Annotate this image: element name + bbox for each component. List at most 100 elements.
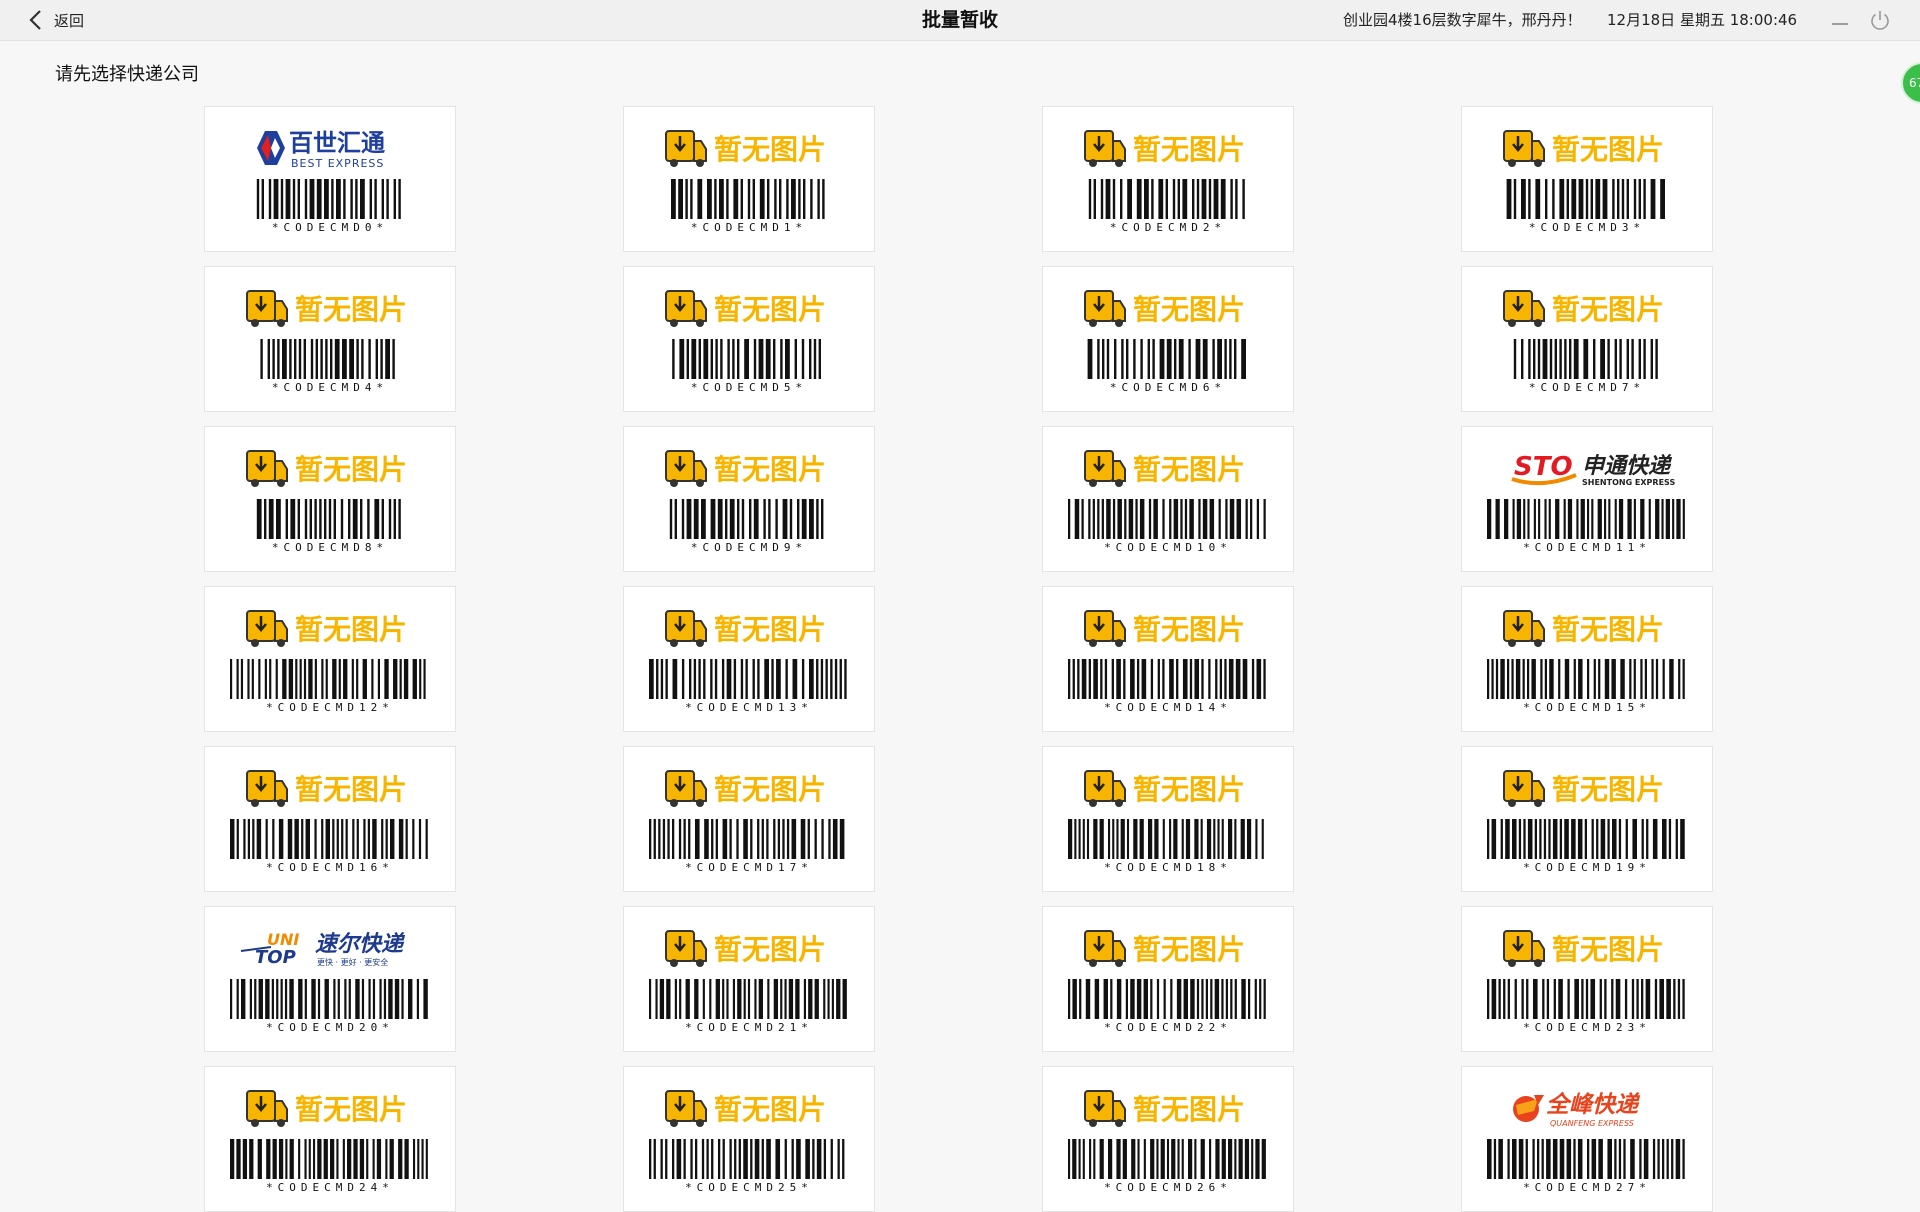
minimize-icon[interactable]: [1830, 10, 1850, 30]
courier-logo: 暂无图片: [624, 765, 874, 811]
delivery-truck-icon: [1084, 770, 1126, 807]
courier-card[interactable]: 暂无图片 *CODECMD17*: [623, 746, 875, 892]
delivery-truck-icon: [1084, 930, 1126, 967]
courier-card[interactable]: 暂无图片 *CODECMD12*: [204, 586, 456, 732]
no-image-text: 暂无图片: [295, 773, 407, 806]
delivery-truck-icon: [665, 610, 707, 647]
courier-card[interactable]: 暂无图片 *CODECMD9*: [623, 426, 875, 572]
courier-card[interactable]: UNI TOP 速尔快递 更快 · 更好 · 更安全 *CODECMD20*: [204, 906, 456, 1052]
barcode-icon: [256, 179, 401, 219]
courier-logo: 暂无图片: [624, 925, 874, 971]
no-image-placeholder: 暂无图片: [1503, 130, 1664, 167]
courier-card[interactable]: 暂无图片 *CODECMD3*: [1461, 106, 1713, 252]
qf-cn-text: 全峰快递: [1546, 1091, 1641, 1118]
no-image-text: 暂无图片: [714, 773, 826, 806]
courier-barcode: [1043, 659, 1293, 699]
courier-logo: 暂无图片: [624, 125, 874, 171]
courier-barcode: [624, 179, 874, 219]
courier-card[interactable]: 暂无图片 *CODECMD26*: [1042, 1066, 1294, 1212]
barcode-icon: [1068, 659, 1266, 699]
courier-card[interactable]: 暂无图片 *CODECMD13*: [623, 586, 875, 732]
courier-card[interactable]: 暂无图片 *CODECMD7*: [1461, 266, 1713, 412]
delivery-truck-icon: [665, 290, 707, 327]
best-cn-text: 百世汇通: [289, 129, 385, 157]
no-image-placeholder: 暂无图片: [246, 1090, 407, 1127]
barcode-text: *CODECMD24*: [266, 1181, 394, 1194]
sto-mark-text: STO: [1514, 452, 1573, 482]
courier-logo: 暂无图片: [205, 765, 455, 811]
barcode-text: *CODECMD23*: [1523, 1021, 1651, 1034]
courier-barcode: [624, 819, 874, 859]
barcode-text: *CODECMD11*: [1523, 541, 1651, 554]
no-image-text: 暂无图片: [295, 453, 407, 486]
no-image-text: 暂无图片: [714, 613, 826, 646]
courier-card[interactable]: STO 申通快递 SHENTONG EXPRESS *CODECMD11*: [1461, 426, 1713, 572]
courier-card[interactable]: 暂无图片 *CODECMD25*: [623, 1066, 875, 1212]
courier-barcode: [1043, 499, 1293, 539]
delivery-truck-icon: [1503, 610, 1545, 647]
delivery-truck-icon: [246, 610, 288, 647]
badge-count: 67: [1909, 76, 1920, 90]
courier-logo: 暂无图片: [1462, 925, 1712, 971]
barcode-icon: [256, 499, 401, 539]
delivery-truck-icon: [1084, 290, 1126, 327]
barcode-text: *CODECMD18*: [1104, 861, 1232, 874]
courier-card[interactable]: 暂无图片 *CODECMD19*: [1461, 746, 1713, 892]
qf-en-text: QUANFENG EXPRESS: [1550, 1119, 1634, 1128]
delivery-truck-icon: [1084, 130, 1126, 167]
courier-card[interactable]: 暂无图片 *CODECMD15*: [1461, 586, 1713, 732]
courier-barcode: [1043, 1139, 1293, 1179]
courier-barcode: [624, 979, 874, 1019]
delivery-truck-icon: [665, 770, 707, 807]
courier-logo: 暂无图片: [1043, 765, 1293, 811]
courier-card[interactable]: 暂无图片 *CODECMD16*: [204, 746, 456, 892]
best-logo-mark-icon: [257, 131, 285, 165]
courier-barcode: [1043, 179, 1293, 219]
courier-card[interactable]: 暂无图片 *CODECMD23*: [1461, 906, 1713, 1052]
delivery-truck-icon: [665, 1090, 707, 1127]
courier-card[interactable]: 暂无图片 *CODECMD14*: [1042, 586, 1294, 732]
courier-card[interactable]: 暂无图片 *CODECMD21*: [623, 906, 875, 1052]
courier-card[interactable]: 暂无图片 *CODECMD8*: [204, 426, 456, 572]
courier-barcode: [1462, 179, 1712, 219]
courier-card[interactable]: 暂无图片 *CODECMD4*: [204, 266, 456, 412]
barcode-text: *CODECMD8*: [271, 541, 389, 554]
no-image-placeholder: 暂无图片: [1503, 610, 1664, 647]
courier-barcode: [205, 979, 455, 1019]
no-image-text: 暂无图片: [295, 293, 407, 326]
no-image-text: 暂无图片: [714, 453, 826, 486]
courier-logo: 暂无图片: [1043, 445, 1293, 491]
courier-card[interactable]: 暂无图片 *CODECMD24*: [204, 1066, 456, 1212]
best-en-text: BEST EXPRESS: [291, 157, 384, 170]
barcode-icon: [230, 659, 426, 699]
barcode-text: *CODECMD21*: [685, 1021, 813, 1034]
barcode-text: *CODECMD0*: [271, 221, 389, 234]
courier-card[interactable]: 百世汇通 BEST EXPRESS *CODECMD0*: [204, 106, 456, 252]
courier-card[interactable]: 暂无图片 *CODECMD6*: [1042, 266, 1294, 412]
courier-card[interactable]: 暂无图片 *CODECMD5*: [623, 266, 875, 412]
no-image-placeholder: 暂无图片: [1503, 770, 1664, 807]
barcode-icon: [1068, 979, 1266, 1019]
courier-card[interactable]: 暂无图片 *CODECMD10*: [1042, 426, 1294, 572]
no-image-placeholder: 暂无图片: [246, 610, 407, 647]
power-icon[interactable]: [1868, 8, 1892, 32]
user-status-text: 创业园4楼16层数字犀牛，邢丹丹！: [1343, 11, 1582, 29]
barcode-icon: [1487, 499, 1685, 539]
courier-card[interactable]: 暂无图片 *CODECMD22*: [1042, 906, 1294, 1052]
barcode-text: *CODECMD12*: [266, 701, 394, 714]
no-image-text: 暂无图片: [1133, 453, 1245, 486]
courier-barcode: [624, 499, 874, 539]
courier-logo: 暂无图片: [1462, 605, 1712, 651]
barcode-icon: [1068, 1139, 1266, 1179]
courier-card[interactable]: 暂无图片 *CODECMD18*: [1042, 746, 1294, 892]
courier-card[interactable]: 暂无图片 *CODECMD2*: [1042, 106, 1294, 252]
floating-badge[interactable]: 67: [1901, 62, 1920, 104]
no-image-placeholder: 暂无图片: [1084, 130, 1245, 167]
courier-card[interactable]: 全峰快递 QUANFENG EXPRESS *CODECMD27*: [1461, 1066, 1713, 1212]
courier-logo: STO 申通快递 SHENTONG EXPRESS: [1462, 445, 1712, 491]
title-bar: 返回 批量暂收 创业园4楼16层数字犀牛，邢丹丹！ 12月18日 星期五 18:…: [0, 0, 1920, 41]
no-image-placeholder: 暂无图片: [665, 130, 826, 167]
barcode-text: *CODECMD20*: [266, 1021, 394, 1034]
courier-card[interactable]: 暂无图片 *CODECMD1*: [623, 106, 875, 252]
no-image-text: 暂无图片: [714, 293, 826, 326]
